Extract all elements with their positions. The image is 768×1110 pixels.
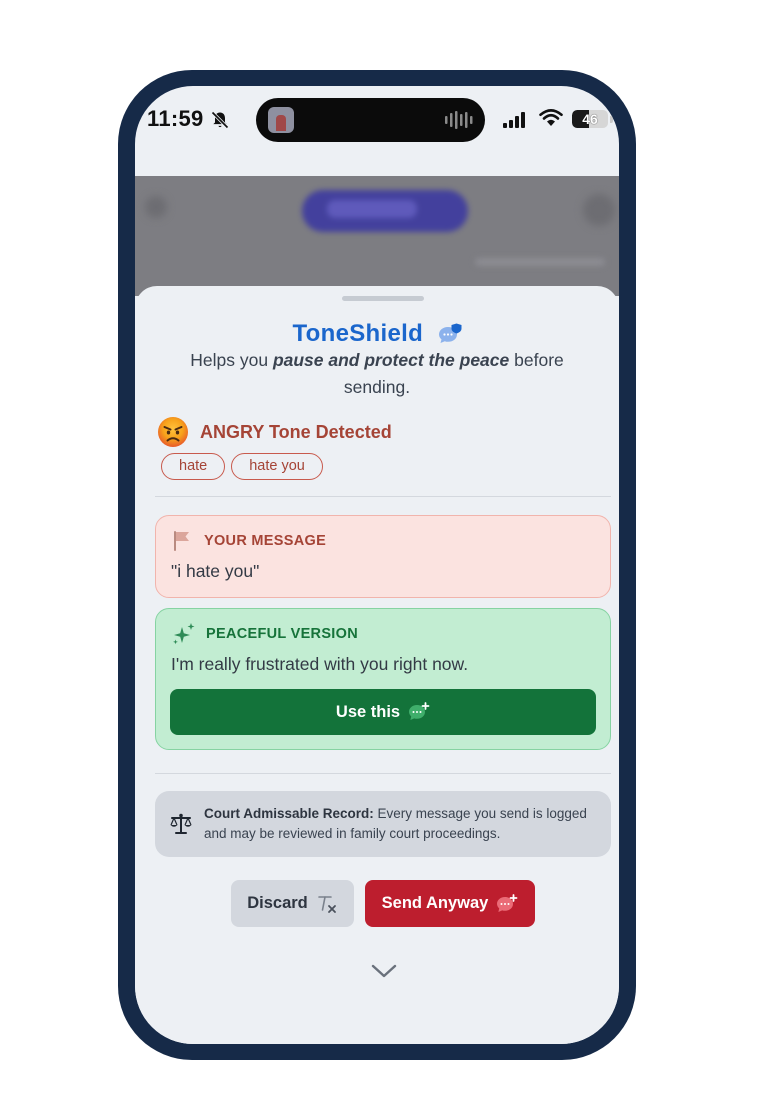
phone-screen: 11:59 46 ToneShield Helps you pause and … [135, 86, 619, 1044]
chevron-down-icon[interactable] [371, 963, 397, 979]
sheet-grabber[interactable] [342, 296, 424, 301]
keyword-chips: hate hate you [161, 453, 329, 480]
battery-percentage: 46 [582, 111, 598, 127]
use-this-label: Use this [335, 702, 401, 721]
sheet-header: ToneShield [135, 320, 619, 348]
sparkles-icon [173, 623, 195, 645]
use-this-button[interactable]: Use this [170, 689, 596, 735]
keyword-chip: hate you [231, 453, 323, 480]
peaceful-version-heading: PEACEFUL VERSION [206, 626, 358, 642]
clear-format-icon [317, 895, 336, 913]
dynamic-island [256, 98, 485, 142]
court-record-notice: Court Admissable Record: Every message y… [155, 791, 611, 857]
wifi-icon [539, 109, 563, 126]
audio-waveform-icon [445, 111, 473, 129]
sheet-subtitle: Helps you pause and protect the peace be… [165, 347, 589, 401]
app-title: ToneShield [292, 320, 424, 347]
background-pill-text-blurred [327, 200, 417, 218]
toneshield-sheet: ToneShield Helps you pause and protect t… [135, 286, 619, 1044]
bell-slash-icon [211, 111, 229, 129]
battery-cap [610, 116, 613, 123]
cellular-signal-icon [503, 112, 525, 128]
discard-label: Discard [247, 894, 308, 912]
phone-frame: 11:59 46 ToneShield Helps you pause and … [118, 70, 636, 1060]
background-line-blurred [475, 258, 605, 266]
chat-bubble-plus-icon [497, 893, 518, 912]
background-pill-blurred [302, 190, 468, 232]
battery-icon: 46 [572, 110, 608, 128]
tone-label: ANGRY Tone Detected [200, 422, 392, 442]
avatar-blurred [583, 194, 615, 226]
send-anyway-label: Send Anyway [381, 894, 489, 912]
scale-icon [170, 813, 192, 834]
angry-face-icon [158, 417, 188, 447]
peaceful-version-text: I'm really frustrated with you right now… [171, 654, 469, 674]
your-message-card: YOUR MESSAGE "i hate you" [155, 515, 611, 598]
now-playing-thumbnail [268, 107, 294, 133]
your-message-heading: YOUR MESSAGE [204, 533, 327, 549]
subtitle-prefix: Helps you [190, 350, 273, 370]
keyword-chip: hate [161, 453, 226, 480]
discard-button[interactable]: Discard [231, 880, 354, 927]
divider [155, 496, 611, 497]
status-time: 11:59 [147, 106, 204, 131]
court-notice-bold: Court Admissable Record: [204, 806, 374, 821]
chat-shield-icon [438, 323, 461, 343]
background-app-blurred [135, 176, 619, 296]
subtitle-emphasis: pause and protect the peace [272, 350, 510, 370]
chat-bubble-plus-icon [409, 702, 430, 720]
court-notice-text: Court Admissable Record: Every message y… [204, 804, 604, 844]
your-message-text: "i hate you" [171, 561, 260, 581]
peaceful-version-card: PEACEFUL VERSION I'm really frustrated w… [155, 608, 611, 750]
flag-icon [174, 531, 189, 551]
send-anyway-button[interactable]: Send Anyway [365, 880, 535, 927]
divider [155, 773, 611, 774]
back-button-blurred [145, 196, 167, 218]
